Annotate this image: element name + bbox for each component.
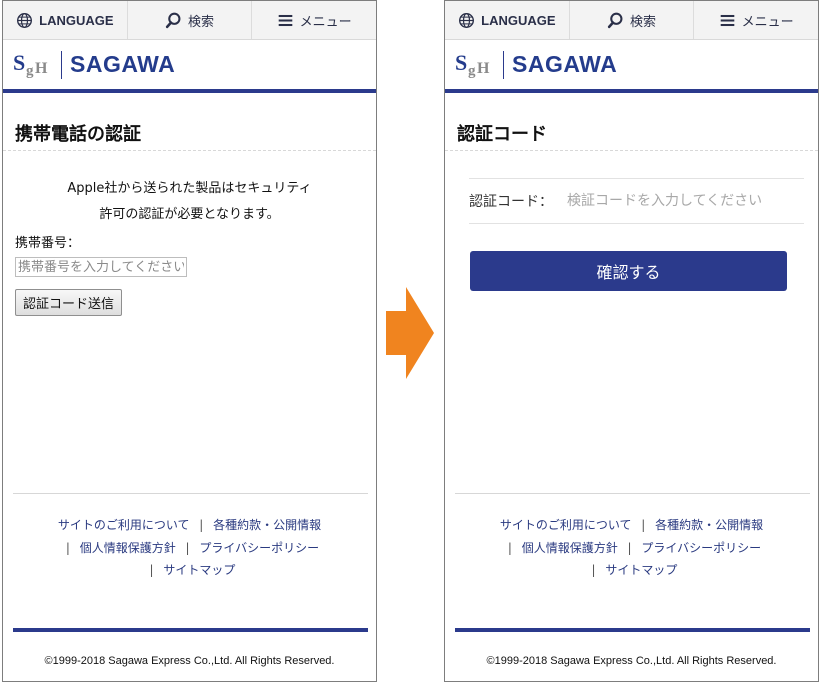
- search-icon: [165, 12, 181, 28]
- footer-link-sitemap[interactable]: サイトマップ: [605, 563, 677, 577]
- footer-separator: |: [199, 518, 204, 532]
- top-nav: LANGUAGE 検索 メニュー: [3, 1, 376, 40]
- footer-link-privacy[interactable]: プライバシーポリシー: [199, 541, 319, 555]
- send-code-button[interactable]: 認証コード送信: [15, 289, 123, 316]
- phone-screen-right: LANGUAGE 検索 メニュー S g H SAGAWA 認証コード 認証コー…: [444, 0, 819, 682]
- footer-link-privacy[interactable]: プライバシーポリシー: [641, 541, 761, 555]
- footer-link-agreements[interactable]: 各種約款・公開情報: [655, 518, 763, 532]
- code-label: 認証コード：: [469, 194, 553, 210]
- footer-separator: |: [149, 563, 154, 577]
- logo-divider: [61, 50, 62, 79]
- page-title: 認証コード: [457, 124, 547, 145]
- intro-line-1: Apple社から送られた製品はセキュリティ: [67, 181, 312, 196]
- intro-line-2: 許可の認証が必要となります。: [99, 207, 280, 222]
- globe-icon: [17, 12, 33, 28]
- svg-text:S: S: [13, 50, 25, 75]
- svg-text:S: S: [455, 50, 467, 75]
- svg-text:g: g: [468, 63, 476, 79]
- search-button[interactable]: 検索: [570, 1, 695, 39]
- search-label: 検索: [188, 14, 215, 30]
- menu-label: メニュー: [741, 14, 794, 30]
- logo-bar: S g H SAGAWA: [3, 40, 376, 93]
- top-nav: LANGUAGE 検索 メニュー: [445, 1, 818, 40]
- menu-button[interactable]: メニュー: [252, 1, 376, 39]
- footer-links: サイトのご利用について | 各種約款・公開情報 | 個人情報保護方針 | プライ…: [3, 514, 376, 582]
- search-button[interactable]: 検索: [128, 1, 253, 39]
- security-intro-text: Apple社から送られた製品はセキュリティ 許可の認証が必要となります。: [3, 176, 376, 228]
- svg-text:H: H: [477, 60, 490, 77]
- phone-number-input[interactable]: [15, 257, 187, 277]
- footer-separator: |: [65, 540, 70, 555]
- footer-link-site-terms[interactable]: サイトのご利用について: [58, 518, 190, 532]
- footer-separator: |: [507, 540, 512, 555]
- code-field-row: 認証コード：: [469, 178, 804, 224]
- sgh-logo-icon[interactable]: S g H: [13, 48, 57, 82]
- footer-bar: [13, 628, 368, 632]
- menu-icon: [720, 14, 734, 26]
- language-label: LANGUAGE: [481, 12, 556, 28]
- sagawa-logo-text[interactable]: SAGAWA: [512, 51, 617, 78]
- language-button[interactable]: LANGUAGE: [3, 1, 128, 39]
- sagawa-logo-text[interactable]: SAGAWA: [70, 51, 175, 78]
- language-button[interactable]: LANGUAGE: [445, 1, 570, 39]
- footer-separator: |: [627, 540, 632, 555]
- footer-divider: [455, 493, 810, 494]
- footer-links: サイトのご利用について | 各種約款・公開情報 | 個人情報保護方針 | プライ…: [445, 514, 818, 582]
- title-divider: [445, 150, 818, 151]
- confirm-button[interactable]: 確認する: [470, 251, 787, 291]
- copyright-text: ©1999-2018 Sagawa Express Co.,Ltd. All R…: [44, 655, 335, 667]
- phone-number-label: 携帯番号：: [15, 236, 81, 251]
- copyright-text: ©1999-2018 Sagawa Express Co.,Ltd. All R…: [486, 655, 777, 667]
- footer-link-site-terms[interactable]: サイトのご利用について: [500, 518, 632, 532]
- svg-text:H: H: [35, 60, 48, 77]
- footer-link-agreements[interactable]: 各種約款・公開情報: [213, 518, 321, 532]
- globe-icon: [459, 12, 475, 28]
- logo-bar: S g H SAGAWA: [445, 40, 818, 93]
- footer-separator: |: [641, 518, 646, 532]
- footer-link-privacy-policy[interactable]: 個人情報保護方針: [80, 541, 176, 555]
- footer-divider: [13, 493, 368, 494]
- sgh-logo-icon[interactable]: S g H: [455, 48, 499, 82]
- menu-button[interactable]: メニュー: [694, 1, 818, 39]
- svg-text:g: g: [26, 63, 34, 79]
- footer-separator: |: [185, 540, 190, 555]
- menu-label: メニュー: [299, 14, 352, 30]
- language-label: LANGUAGE: [39, 12, 114, 28]
- footer-link-sitemap[interactable]: サイトマップ: [163, 563, 235, 577]
- logo-divider: [503, 50, 504, 79]
- footer-bar: [455, 628, 810, 632]
- title-divider: [3, 150, 376, 151]
- phone-screen-left: LANGUAGE 検索 メニュー S g H SAGAWA 携帯電話の認証 Ap…: [2, 0, 377, 682]
- search-icon: [607, 12, 623, 28]
- page-title: 携帯電話の認証: [15, 124, 141, 145]
- arrow-right-icon: [386, 287, 434, 379]
- search-label: 検索: [630, 14, 657, 30]
- footer-link-privacy-policy[interactable]: 個人情報保護方針: [522, 541, 618, 555]
- footer-separator: |: [591, 563, 596, 577]
- menu-icon: [278, 14, 292, 26]
- verification-code-input[interactable]: [565, 192, 789, 210]
